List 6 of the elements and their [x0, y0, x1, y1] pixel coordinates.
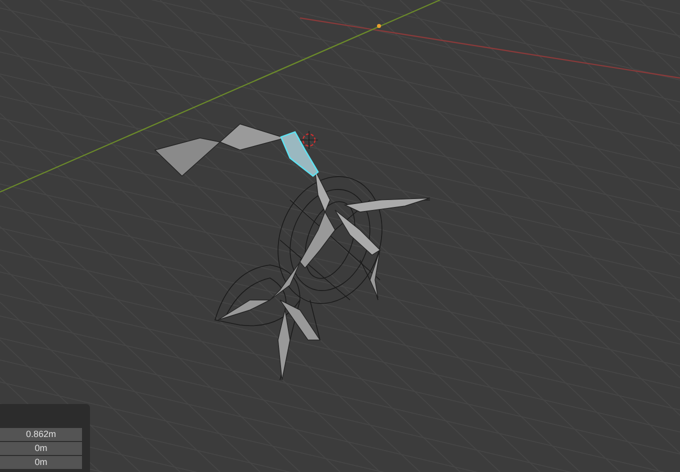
selected-bone — [280, 131, 319, 177]
value-field[interactable]: 0m — [0, 442, 82, 455]
value-field[interactable]: 0m — [0, 456, 82, 469]
3d-cursor-icon — [300, 130, 318, 150]
origin-marker-icon — [377, 24, 381, 28]
value-field[interactable]: 0.862m — [0, 428, 82, 441]
